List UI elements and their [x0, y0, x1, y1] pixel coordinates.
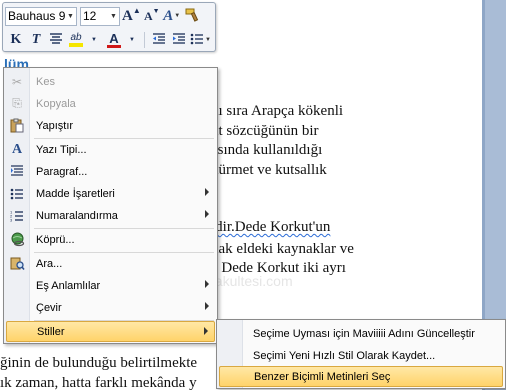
menu-item-numbering[interactable]: 123 Numaralandırma — [6, 205, 215, 226]
font-name-value: Bauhaus 9: — [8, 9, 65, 23]
font-color-icon: A — [109, 30, 119, 46]
menu-item-label: Kes — [36, 75, 55, 88]
chevron-down-icon[interactable]: ▼ — [123, 30, 141, 50]
menu-item-label: Kopyala — [36, 97, 76, 110]
center-align-button[interactable] — [47, 30, 65, 50]
submenu-item-label: Seçime Uyması için Maviiiii Adını Güncel… — [253, 327, 475, 340]
chevron-down-icon[interactable]: ▼ — [108, 8, 119, 25]
scissors-icon: ✂ — [11, 74, 23, 89]
menu-item-research[interactable]: Ara... — [6, 253, 215, 274]
svg-text:3: 3 — [10, 217, 13, 222]
styles-button[interactable]: A ▼ — [163, 6, 181, 26]
bullets-icon — [6, 184, 28, 203]
research-icon — [6, 254, 28, 273]
menu-item-cut[interactable]: ✂ Kes — [6, 71, 215, 92]
grow-font-button[interactable]: A ▲ — [122, 6, 141, 26]
align-center-icon — [49, 32, 63, 48]
submenu-item-update-style[interactable]: Seçime Uyması için Maviiiii Adını Güncel… — [219, 323, 503, 344]
grow-font-icon: A — [122, 7, 133, 24]
menu-item-label: Numaralandırma — [36, 209, 118, 222]
styles-submenu: Seçime Uyması için Maviiiii Adını Güncel… — [216, 319, 506, 389]
context-menu: ✂ Kes ⎘ Kopyala Yapıştır A Yazı Tipi... … — [3, 67, 218, 344]
submenu-arrow-icon — [205, 188, 209, 196]
document-line: ık zaman, hatta farklı mekânda y — [0, 375, 197, 390]
menu-item-label: Yapıştır — [36, 119, 74, 132]
menu-item-paragraph[interactable]: Paragraf... — [6, 161, 215, 182]
bullets-icon — [190, 33, 204, 48]
numbering-icon: 123 — [6, 206, 28, 225]
bold-button[interactable]: K — [7, 30, 25, 50]
font-color-swatch — [107, 44, 121, 48]
submenu-arrow-icon — [205, 280, 209, 288]
menu-item-label: Madde İşaretleri — [36, 187, 115, 200]
chevron-down-icon[interactable]: ▼ — [85, 30, 103, 50]
highlight-color-swatch — [69, 43, 83, 47]
format-painter-icon — [184, 7, 200, 26]
copy-icon: ⎘ — [12, 96, 22, 110]
submenu-arrow-icon — [204, 327, 208, 335]
increase-indent-button[interactable] — [170, 30, 188, 50]
document-line: nı sıra Arapça kökenli — [211, 103, 344, 119]
decrease-indent-button[interactable] — [150, 30, 168, 50]
menu-item-label: Eş Anlamlılar — [36, 279, 101, 292]
font-name-combo[interactable]: Bauhaus 9: ▼ — [5, 6, 77, 26]
menu-item-hyperlink[interactable]: Köprü... — [6, 229, 215, 250]
hyperlink-icon — [6, 230, 28, 249]
menu-item-copy[interactable]: ⎘ Kopyala — [6, 93, 215, 114]
toolbar-separator — [144, 32, 145, 48]
font-size-value: 12 — [83, 9, 97, 23]
highlight-icon: ab — [70, 32, 82, 43]
shrink-font-icon: A — [143, 8, 153, 23]
menu-item-label: Yazı Tipi... — [36, 143, 87, 156]
increase-indent-icon — [172, 32, 186, 48]
menu-item-translate[interactable]: Çevir — [6, 297, 215, 318]
document-line: asında kullanıldığı — [211, 142, 323, 158]
mini-toolbar: Bauhaus 9: ▼ 12 ▼ A ▲ A ▼ A ▼ K T ab ▼ A… — [2, 2, 216, 52]
submenu-item-label: Seçimi Yeni Hızlı Stil Olarak Kaydet... — [253, 349, 436, 362]
font-color-button[interactable]: A — [105, 30, 123, 50]
menu-item-label: Stiller — [37, 325, 65, 338]
menu-item-label: Çevir — [36, 301, 62, 314]
menu-item-label: Köprü... — [36, 233, 75, 246]
shrink-font-button[interactable]: A ▼ — [143, 6, 161, 26]
menu-item-label: Ara... — [36, 257, 63, 270]
document-line: ut sözcüğünün bir — [211, 123, 319, 139]
highlight-button[interactable]: ab — [67, 30, 85, 50]
submenu-item-select-similar[interactable]: Benzer Biçimli Metinleri Seç — [219, 366, 503, 387]
paste-icon — [6, 116, 28, 135]
submenu-arrow-icon — [205, 210, 209, 218]
bullets-button[interactable]: ▼ — [190, 30, 211, 50]
italic-button[interactable]: T — [27, 30, 45, 50]
submenu-item-label: Benzer Biçimli Metinleri Seç — [254, 370, 391, 383]
document-line: nak eldeki kaynaklar ve — [211, 241, 354, 257]
decrease-indent-icon — [152, 32, 166, 48]
menu-item-paste[interactable]: Yapıştır — [6, 115, 215, 136]
menu-item-font[interactable]: A Yazı Tipi... — [6, 139, 215, 160]
menu-item-styles[interactable]: Stiller — [6, 321, 215, 342]
styles-icon: A — [163, 7, 174, 24]
submenu-item-save-quick-style[interactable]: Seçimi Yeni Hızlı Stil Olarak Kaydet... — [219, 345, 503, 366]
font-size-combo[interactable]: 12 ▼ — [80, 6, 120, 26]
menu-item-label: Paragraf... — [36, 165, 88, 178]
menu-item-synonyms[interactable]: Eş Anlamlılar — [6, 275, 215, 296]
chevron-down-icon[interactable]: ▼ — [65, 8, 76, 25]
document-line: hürmet ve kutsallık — [211, 162, 327, 178]
format-painter-button[interactable] — [183, 6, 201, 26]
document-line: ğinin de bulunduğu belirtilmekte — [0, 355, 198, 371]
menu-item-bullets[interactable]: Madde İşaretleri — [6, 183, 215, 204]
submenu-arrow-icon — [205, 302, 209, 310]
document-line: ldir.Dede Korkut'un — [211, 219, 331, 235]
font-icon: A — [11, 141, 23, 157]
paragraph-icon — [6, 162, 28, 181]
